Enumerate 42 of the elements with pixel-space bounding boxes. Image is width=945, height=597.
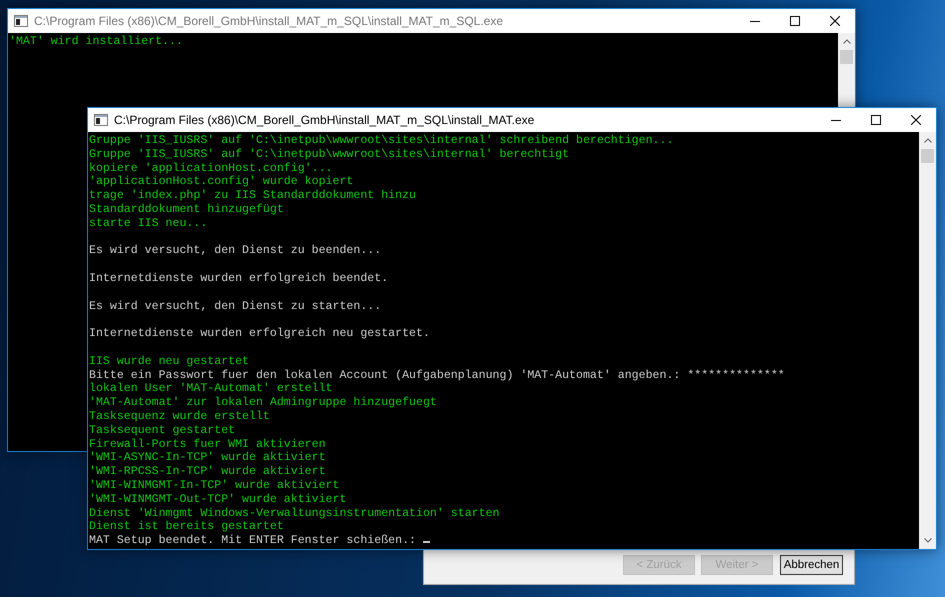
console-line: starte IIS neu... <box>89 216 208 231</box>
scrollbar-thumb[interactable] <box>921 149 934 163</box>
console-line: 'applicationHost.config' wurde kopiert <box>89 175 354 190</box>
console-line: 'MAT' wird installiert... <box>9 35 183 49</box>
close-icon <box>830 16 840 26</box>
console-line: Internetdienste wurden erfolgreich beendet. <box>89 272 388 286</box>
console-line: Internetdienste wurden erfolgreich neu gestartet. <box>89 327 430 341</box>
console-line: 'WMI-ASYNC-In-TCP' wurde aktiviert <box>89 451 326 466</box>
console-line: MAT Setup beendet. Mit ENTER Fenster schießen.: <box>89 534 430 548</box>
console-line: lokalen User 'MAT-Automat' erstellt <box>89 382 333 396</box>
scrollbar-thumb[interactable] <box>840 50 853 64</box>
scroll-up-icon[interactable] <box>842 39 850 44</box>
minimize-icon <box>750 20 760 22</box>
window-title: C:\Program Files (x86)\CM_Borell_GmbH\install_MAT_m_SQL\install_MAT.exe <box>114 113 536 127</box>
console-line: Tasksequenz wurde erstellt <box>89 410 270 424</box>
console-line: 'MAT-Automat' zur lokalen Admingruppe hinzugefuegt <box>89 396 437 410</box>
console-line: trage 'index.php' zu IIS Standarddokument hinzu <box>89 189 416 203</box>
scroll-up-icon[interactable] <box>924 138 932 143</box>
console-line: 'WMI-WINMGMT-Out-TCP' wurde aktiviert <box>89 492 346 507</box>
window-title: C:\Program Files (x86)\CM_Borell_GmbH\install_MAT_m_SQL\install_MAT_m_SQL.exe <box>34 14 504 28</box>
console-line: Es wird versucht, den Dienst zu starten... <box>89 300 382 314</box>
console-line: Dienst 'Winmgmt Windows-Verwaltungsinstrumentation' starten <box>89 506 500 520</box>
console-line: Gruppe 'IIS_IUSRS' auf 'C:\inetpub\wwwroot\sites\internal' schreibend berechtigen... <box>89 134 674 148</box>
console-line: Bitte ein Passwort fuer den lokalen Account (Aufgabenplanung) 'MAT-Automat' angeben.: ************** <box>89 368 785 382</box>
console-line: 'WMI-WINMGMT-In-TCP' wurde aktiviert <box>89 478 340 493</box>
close-icon <box>911 115 921 125</box>
console-icon <box>14 15 28 27</box>
console-line: Tasksequent gestartet <box>89 424 236 438</box>
console-line: Gruppe 'IIS_IUSRS' auf 'C:\inetpub\wwwroot\sites\internal' berechtigt <box>89 148 570 162</box>
console-line: 'WMI-RPCSS-In-TCP' wurde aktiviert <box>89 465 326 479</box>
scroll-down-icon[interactable] <box>924 538 932 543</box>
console-line: IIS wurde neu gestartet <box>89 354 250 369</box>
wizard-button[interactable]: Abbrechen <box>780 555 843 575</box>
console-line: kopiere 'applicationHost.config'... <box>89 162 333 176</box>
console-line: Standarddokument hinzugefügt <box>89 202 284 217</box>
console-line: Firewall-Ports fuer WMI aktivieren <box>89 438 326 452</box>
maximize-icon <box>871 115 881 125</box>
console-line: Es wird versucht, den Dienst zu beenden... <box>89 244 382 258</box>
console-icon <box>94 114 108 126</box>
console-line: Dienst ist bereits gestartet <box>89 520 284 534</box>
scrollbar[interactable] <box>919 132 936 549</box>
maximize-icon <box>790 16 800 26</box>
